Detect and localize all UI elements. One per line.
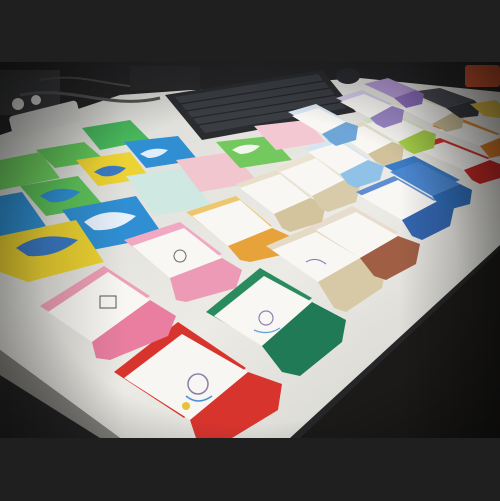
photo-desk-with-cards — [0, 0, 500, 501]
photo-vignette — [0, 62, 500, 438]
bottom-frame-bar — [0, 438, 500, 501]
top-frame-bar — [0, 0, 500, 62]
